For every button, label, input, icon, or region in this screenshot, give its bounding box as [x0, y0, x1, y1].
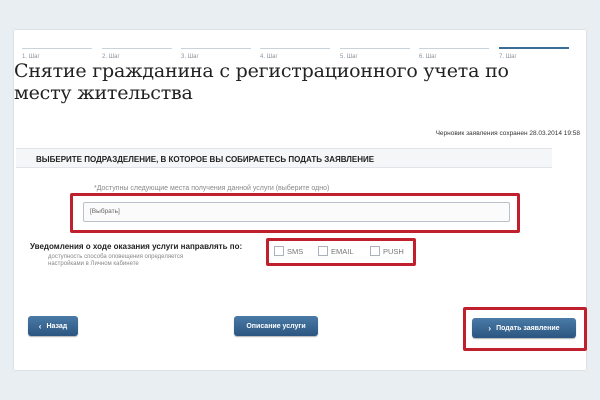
- email-checkbox[interactable]: EMAIL: [318, 246, 354, 256]
- push-label: PUSH: [383, 246, 404, 256]
- sms-label: SMS: [287, 246, 304, 256]
- draft-saved-note: Черновик заявления сохранен 28.03.2014 1…: [435, 130, 580, 137]
- back-button-label: Назад: [46, 322, 68, 330]
- back-button[interactable]: ‹ Назад: [28, 316, 78, 336]
- checkbox-box[interactable]: [274, 246, 284, 256]
- service-description-label: Описание услуги: [246, 322, 306, 330]
- section-header-text: ВЫБЕРИТЕ ПОДРАЗДЕЛЕНИЕ, В КОТОРОЕ ВЫ СОБ…: [36, 155, 375, 164]
- checkbox-box[interactable]: [318, 246, 328, 256]
- submit-application-label: Подать заявление: [496, 324, 560, 332]
- places-hint: *Доступны следующие места получения данн…: [94, 185, 330, 192]
- department-select[interactable]: [Выбрать]: [83, 202, 510, 222]
- chevron-right-icon: ›: [488, 323, 492, 333]
- checkbox-box[interactable]: [370, 246, 380, 256]
- push-checkbox[interactable]: PUSH: [370, 246, 404, 256]
- notifications-subtext: доступность способа оповещения определяе…: [48, 254, 184, 267]
- submit-application-button[interactable]: › Подать заявление: [472, 318, 576, 338]
- email-label: EMAIL: [331, 246, 354, 256]
- sms-checkbox[interactable]: SMS: [274, 246, 303, 256]
- page-title: Снятие гражданина с регистрационного уче…: [14, 60, 509, 104]
- service-description-button[interactable]: Описание услуги: [234, 316, 318, 336]
- chevron-left-icon: ‹: [38, 321, 42, 331]
- notifications-label: Уведомления о ходе оказания услуги напра…: [30, 242, 243, 251]
- department-select-value: [Выбрать]: [90, 208, 120, 215]
- section-header: ВЫБЕРИТЕ ПОДРАЗДЕЛЕНИЕ, В КОТОРОЕ ВЫ СОБ…: [16, 148, 552, 168]
